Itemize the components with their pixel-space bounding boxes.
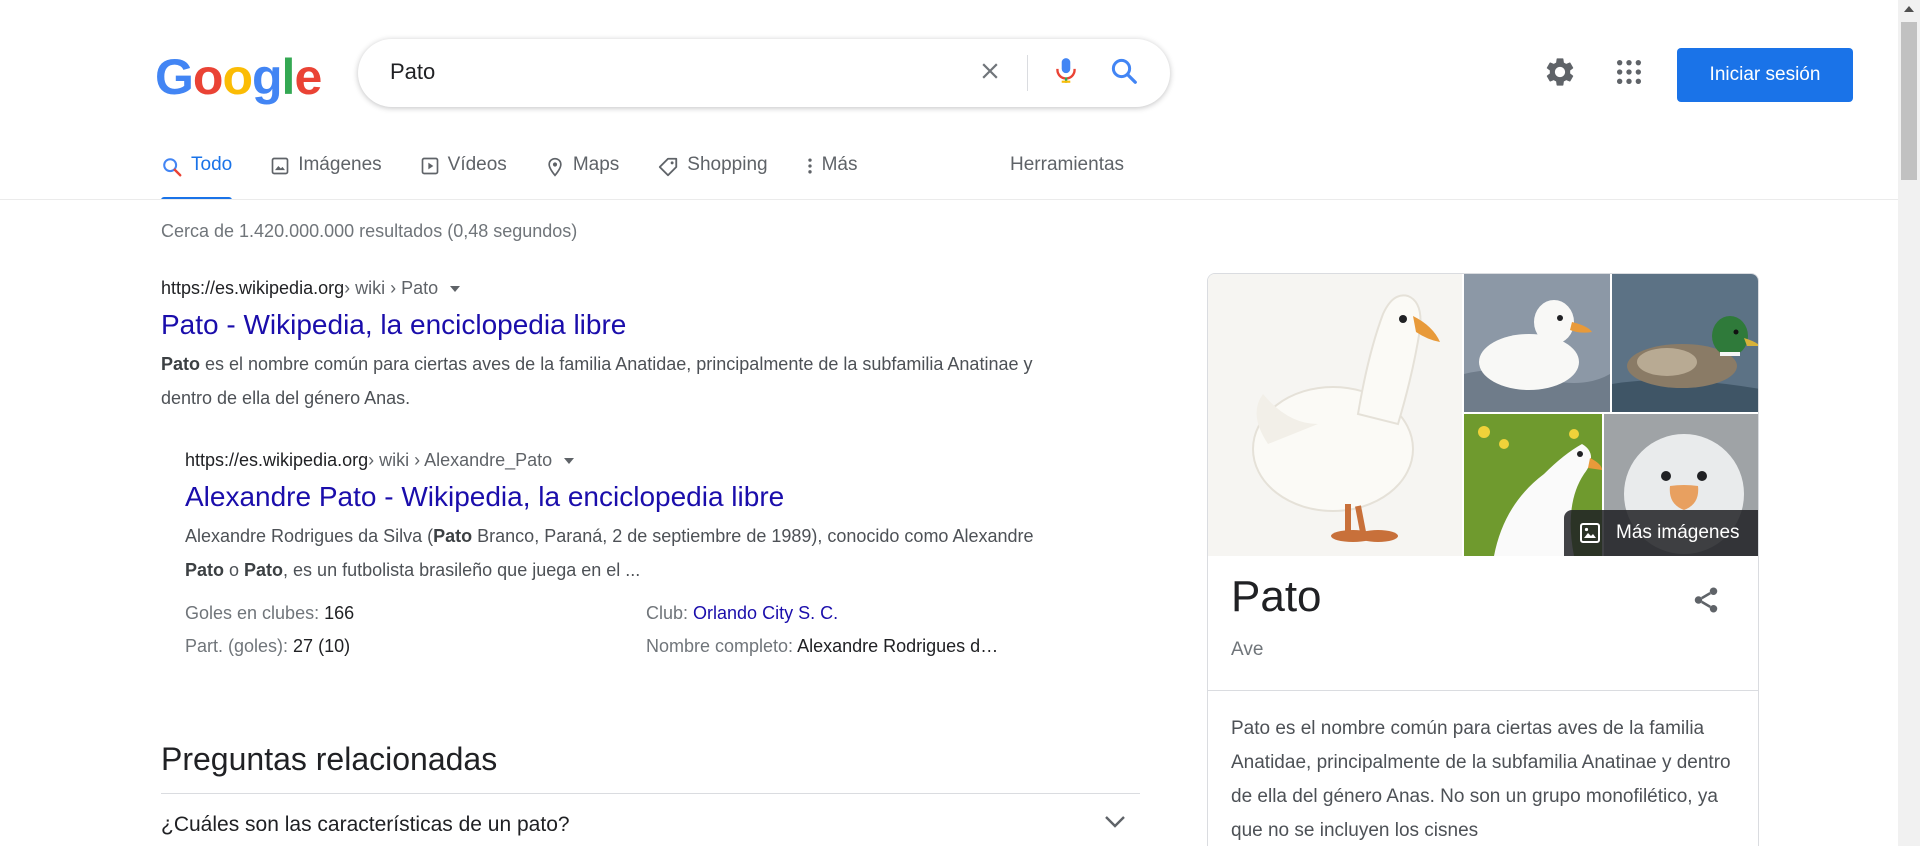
- url-domain: https://es.wikipedia.org: [185, 450, 369, 470]
- fact-label: Part. (goles):: [185, 636, 294, 656]
- related-questions-heading: Preguntas relacionadas: [161, 741, 498, 777]
- fact-label: Club:: [646, 603, 694, 623]
- result-stats: Cerca de 1.420.000.000 resultados (0,48 …: [161, 221, 578, 241]
- url-domain: https://es.wikipedia.org: [161, 278, 345, 298]
- clear-search-button[interactable]: [974, 57, 1006, 89]
- more-vertical-icon: [806, 156, 814, 176]
- search-icon: [161, 156, 183, 178]
- result-url[interactable]: https://es.wikipedia.org › wiki › Pato: [161, 278, 1061, 299]
- logo-letter: e: [294, 49, 322, 105]
- tab-label: Maps: [572, 154, 620, 175]
- google-logo[interactable]: Google: [155, 49, 322, 105]
- voice-search-button[interactable]: [1048, 55, 1084, 91]
- search-result: https://es.wikipedia.org › wiki › Alexan…: [185, 450, 1065, 587]
- fact-goals: Goles en clubes: 166: [185, 603, 354, 624]
- search-submit-button[interactable]: [1106, 55, 1142, 91]
- logo-letter: o: [192, 49, 224, 105]
- search-result: https://es.wikipedia.org › wiki › Pato P…: [161, 278, 1061, 415]
- tag-icon: [657, 156, 679, 178]
- search-divider: [1027, 55, 1028, 91]
- tab-label: Vídeos: [447, 154, 507, 175]
- fact-label: Nombre completo:: [646, 636, 798, 656]
- more-images-button[interactable]: Más imágenes: [1564, 510, 1758, 556]
- fact-appearances: Part. (goles): 27 (10): [185, 636, 350, 657]
- tab-videos[interactable]: Vídeos: [420, 148, 507, 200]
- map-pin-icon: [545, 156, 565, 178]
- search-input[interactable]: [390, 59, 950, 85]
- result-snippet: Pato es el nombre común para ciertas ave…: [161, 354, 1033, 408]
- tabs-divider: [0, 199, 1898, 200]
- knowledge-panel-title: Pato: [1231, 572, 1322, 621]
- duck-image-main[interactable]: [1208, 274, 1462, 556]
- microphone-icon: [1053, 56, 1079, 91]
- tab-label: Todo: [191, 154, 233, 175]
- club-link[interactable]: Orlando City S. C.: [693, 603, 838, 623]
- gear-icon: [1543, 55, 1577, 94]
- result-title-link[interactable]: Pato - Wikipedia, la enciclopedia libre: [161, 309, 1061, 341]
- share-icon: [1691, 585, 1721, 620]
- search-icon: [1109, 56, 1139, 91]
- play-icon: [420, 156, 440, 176]
- image-icon: [270, 156, 290, 176]
- logo-letter: G: [155, 49, 194, 105]
- tab-todo[interactable]: Todo: [161, 148, 233, 200]
- tab-label: Imágenes: [298, 154, 382, 175]
- chevron-down-icon[interactable]: [1104, 815, 1126, 834]
- scroll-up-arrow-icon[interactable]: [1904, 6, 1914, 12]
- result-url[interactable]: https://es.wikipedia.org › wiki › Alexan…: [185, 450, 1065, 471]
- result-snippet: Alexandre Rodrigues da Silva (Pato Branc…: [185, 526, 1034, 580]
- knowledge-panel-description: Pato es el nombre común para ciertas ave…: [1231, 718, 1731, 841]
- url-breadcrumb: › wiki › Alexandre_Pato: [368, 450, 553, 470]
- search-tabs: Todo Imágenes Vídeos Maps Shopping Más: [161, 148, 895, 200]
- tab-maps[interactable]: Maps: [545, 148, 619, 200]
- logo-letter: l: [281, 49, 296, 105]
- tab-imagenes[interactable]: Imágenes: [270, 148, 382, 200]
- page-scrollbar[interactable]: [1898, 0, 1920, 846]
- tab-label: Shopping: [687, 154, 768, 175]
- share-button[interactable]: [1688, 584, 1724, 620]
- fact-value: Alexandre Rodrigues d…: [797, 636, 999, 656]
- sign-in-button[interactable]: Iniciar sesión: [1677, 48, 1853, 102]
- caret-down-icon[interactable]: [562, 456, 576, 466]
- fact-value: 27 (10): [293, 636, 351, 656]
- fact-label: Goles en clubes:: [185, 603, 325, 623]
- url-breadcrumb: › wiki › Pato: [344, 278, 439, 298]
- related-question[interactable]: ¿Cuáles son las características de un pa…: [161, 813, 1140, 837]
- logo-letter: g: [252, 49, 283, 105]
- related-questions-divider: [161, 793, 1140, 794]
- knowledge-panel-subtitle: Ave: [1231, 639, 1264, 660]
- grid-icon: [1615, 58, 1643, 91]
- scroll-thumb[interactable]: [1901, 22, 1917, 180]
- logo-letter: o: [222, 49, 253, 105]
- fact-full-name: Nombre completo: Alexandre Rodrigues d…: [646, 636, 998, 657]
- close-icon: [977, 58, 1003, 89]
- search-box: [358, 39, 1170, 107]
- duck-image-3[interactable]: [1612, 274, 1758, 412]
- caret-down-icon[interactable]: [448, 284, 462, 294]
- tab-mas[interactable]: Más: [806, 148, 858, 200]
- tab-label: Más: [821, 154, 858, 175]
- duck-image-2[interactable]: [1464, 274, 1610, 412]
- image-icon: [1578, 521, 1602, 545]
- knowledge-panel: Más imágenes Pato Ave Pato es el nombre …: [1207, 273, 1759, 846]
- knowledge-panel-divider: [1208, 690, 1758, 691]
- fact-value: 166: [324, 603, 355, 623]
- tools-button[interactable]: Herramientas: [1010, 154, 1124, 176]
- more-images-label: Más imágenes: [1616, 522, 1740, 543]
- settings-button[interactable]: [1542, 56, 1578, 92]
- result-title-link[interactable]: Alexandre Pato - Wikipedia, la enciclope…: [185, 481, 1065, 513]
- tab-shopping[interactable]: Shopping: [657, 148, 768, 200]
- fact-club: Club: Orlando City S. C.: [646, 603, 838, 624]
- google-apps-button[interactable]: [1611, 56, 1647, 92]
